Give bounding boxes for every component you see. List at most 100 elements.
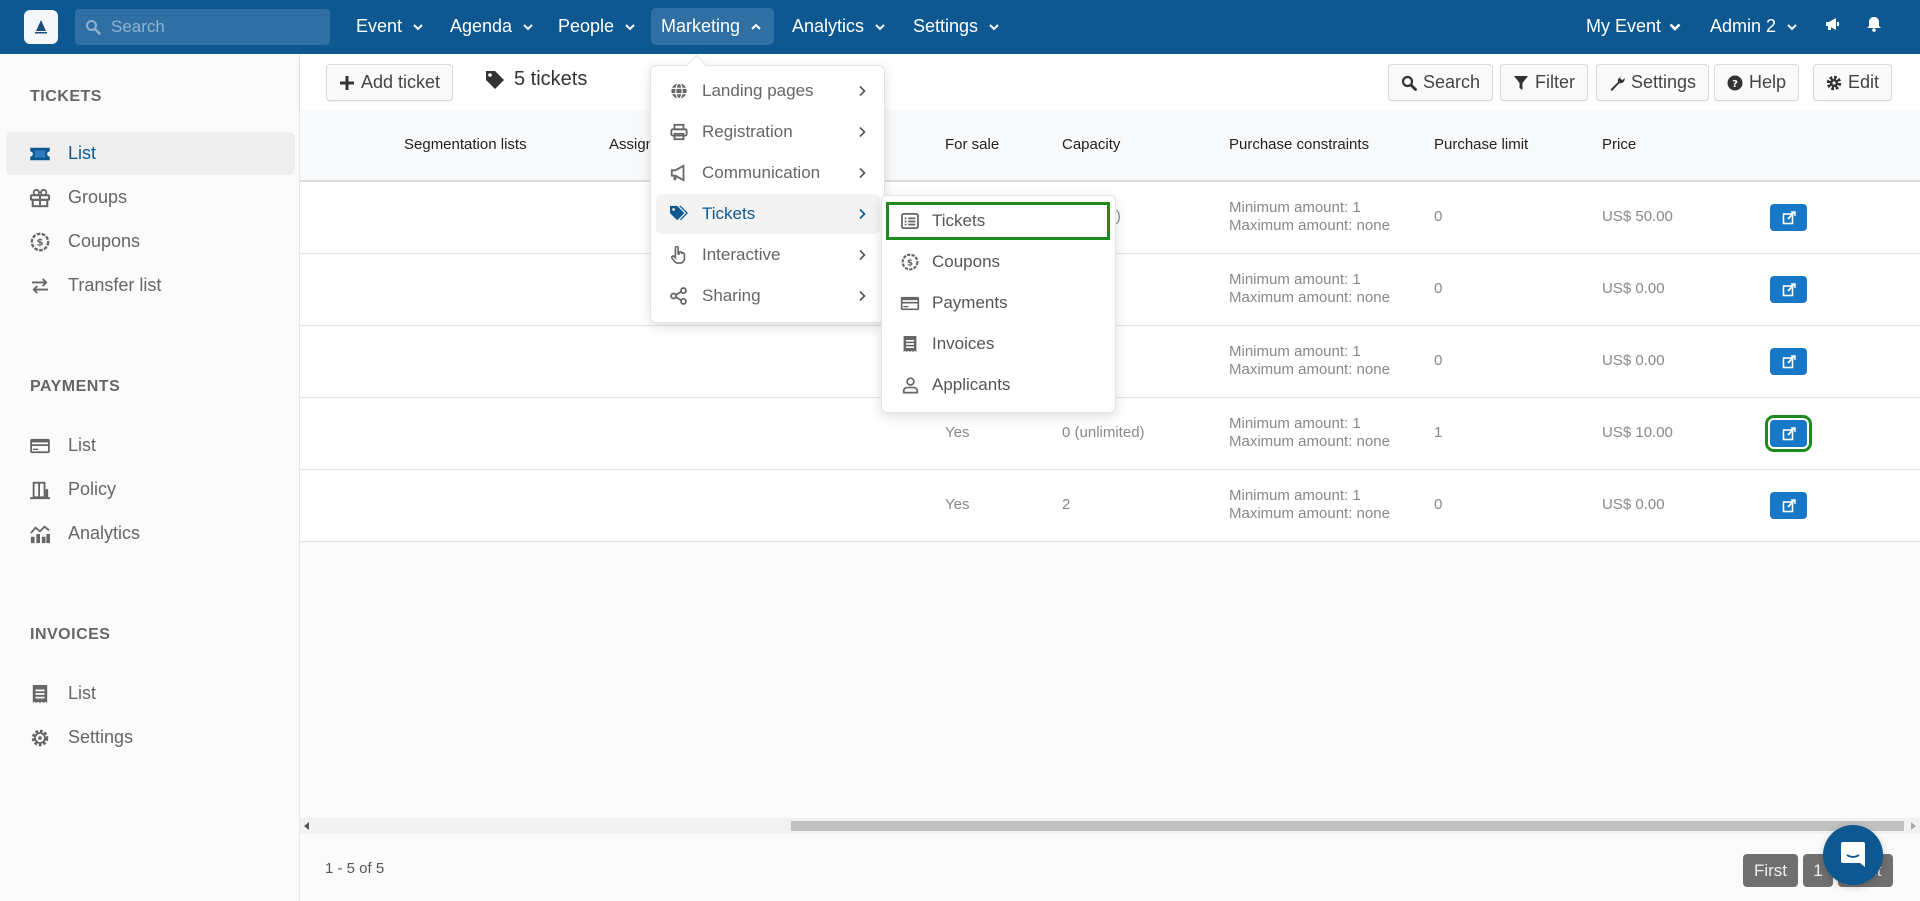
- column-header-price[interactable]: Price: [1602, 136, 1636, 153]
- settings-button-label: Settings: [1631, 72, 1697, 92]
- sidebar-item-groups[interactable]: Groups: [6, 176, 295, 219]
- sidebar-item-label: Settings: [68, 727, 134, 747]
- submenu-item-payments[interactable]: Payments: [886, 284, 1110, 322]
- edit-icon: [1782, 426, 1796, 440]
- filter-button[interactable]: Filter: [1500, 64, 1588, 101]
- event-selector[interactable]: My Event: [1576, 8, 1691, 45]
- horizontal-scrollbar[interactable]: [300, 818, 1920, 834]
- bell-icon[interactable]: [1864, 14, 1884, 34]
- menu-item-registration[interactable]: Registration: [656, 112, 880, 152]
- cell-price: US$ 50.00: [1602, 208, 1673, 225]
- constraint-min: Minimum amount: 1: [1229, 271, 1361, 288]
- sidebar-item-payments-analytics[interactable]: Analytics: [6, 512, 295, 555]
- edit-ticket-button[interactable]: [1770, 204, 1807, 231]
- share-icon: [668, 285, 690, 307]
- search-button[interactable]: Search: [1388, 64, 1494, 101]
- add-ticket-label: Add ticket: [361, 72, 441, 92]
- edit-ticket-button[interactable]: [1770, 276, 1807, 303]
- cell-purchase-limit: 0: [1434, 208, 1443, 225]
- submenu-item-label: Tickets: [932, 211, 986, 230]
- nav-event-label: Event: [356, 16, 403, 36]
- user-menu[interactable]: Admin 2: [1700, 8, 1808, 45]
- global-search-input[interactable]: [111, 17, 311, 37]
- global-search[interactable]: [75, 9, 330, 45]
- nav-marketing[interactable]: Marketing: [651, 8, 774, 45]
- submenu-item-invoices[interactable]: Invoices: [886, 325, 1110, 363]
- tag-icon: [486, 70, 504, 89]
- help-button[interactable]: ? Help: [1714, 64, 1800, 101]
- list-icon: [900, 211, 920, 231]
- edit-page-button[interactable]: Edit: [1813, 64, 1893, 101]
- column-header-segmentation-lists[interactable]: Segmentation lists: [404, 136, 527, 153]
- svg-text:$: $: [907, 258, 913, 268]
- sidebar-item-invoices-list[interactable]: List: [6, 672, 295, 715]
- submenu-item-coupons[interactable]: $ Coupons: [886, 243, 1110, 281]
- chevron-down-icon: [989, 23, 999, 30]
- chart-icon: [28, 523, 52, 545]
- nav-people-label: People: [558, 16, 615, 36]
- marketing-dropdown-menu: Landing pages Registration Communication…: [650, 65, 885, 323]
- nav-agenda[interactable]: Agenda: [440, 8, 544, 45]
- submenu-item-label: Payments: [932, 293, 1008, 312]
- edit-ticket-button[interactable]: [1765, 415, 1812, 452]
- nav-event[interactable]: Event: [346, 8, 434, 45]
- column-header-capacity[interactable]: Capacity: [1062, 136, 1120, 153]
- constraint-max: Maximum amount: none: [1229, 505, 1390, 522]
- submenu-item-label: Invoices: [932, 334, 995, 353]
- column-header-purchase-constraints[interactable]: Purchase constraints: [1229, 136, 1369, 153]
- bullhorn-icon[interactable]: [1823, 14, 1843, 34]
- cell-price: US$ 10.00: [1602, 424, 1673, 441]
- hand-pointer-icon: [668, 244, 690, 266]
- sidebar-item-transfer-list[interactable]: Transfer list: [6, 264, 295, 307]
- sidebar: TICKETS List Groups $ Coupons Transfer l…: [0, 54, 300, 901]
- settings-button[interactable]: Settings: [1596, 64, 1710, 101]
- edit-ticket-button[interactable]: [1770, 348, 1807, 375]
- menu-item-communication[interactable]: Communication: [656, 153, 880, 193]
- submenu-item-applicants[interactable]: Applicants: [886, 366, 1110, 404]
- chat-widget-button[interactable]: [1823, 825, 1883, 885]
- nav-analytics[interactable]: Analytics: [782, 8, 896, 45]
- sidebar-item-tickets-list[interactable]: List: [6, 132, 295, 175]
- nav-analytics-label: Analytics: [792, 16, 865, 36]
- column-header-for-sale[interactable]: For sale: [945, 136, 999, 153]
- sidebar-item-label: List: [68, 143, 97, 163]
- table-row: Yes 2 Minimum amount: 1 Maximum amount: n…: [300, 470, 1920, 542]
- add-ticket-button[interactable]: Add ticket: [326, 64, 454, 101]
- scroll-right-arrow[interactable]: [1911, 822, 1916, 830]
- top-navigation-bar: Event Agenda People Marketing Analytics …: [0, 0, 1920, 54]
- constraint-max: Maximum amount: none: [1229, 433, 1390, 450]
- cell-for-sale: Yes: [945, 424, 970, 441]
- sidebar-item-payments-list[interactable]: List: [6, 424, 295, 467]
- sidebar-item-invoices-settings[interactable]: Settings: [6, 716, 295, 759]
- sidebar-item-label: Analytics: [68, 523, 141, 543]
- chevron-right-icon: [859, 290, 866, 302]
- constraint-max: Maximum amount: none: [1229, 217, 1390, 234]
- nav-settings[interactable]: Settings: [903, 8, 1010, 45]
- menu-item-sharing[interactable]: Sharing: [656, 276, 880, 316]
- bullhorn-icon: [668, 162, 690, 184]
- column-header-assigned[interactable]: Assign: [609, 136, 654, 153]
- sidebar-item-policy[interactable]: Policy: [6, 468, 295, 511]
- sidebar-item-coupons[interactable]: $ Coupons: [6, 220, 295, 263]
- cell-purchase-constraints: Minimum amount: 1 Maximum amount: none: [1229, 415, 1390, 451]
- cell-for-sale: Yes: [945, 496, 970, 513]
- menu-item-interactive[interactable]: Interactive: [656, 235, 880, 275]
- menu-item-landing-pages[interactable]: Landing pages: [656, 71, 880, 111]
- menu-item-tickets[interactable]: Tickets: [656, 194, 880, 234]
- chevron-right-icon: [859, 167, 866, 179]
- event-selector-label: My Event: [1586, 16, 1662, 36]
- app-logo[interactable]: [24, 10, 58, 44]
- constraint-min: Minimum amount: 1: [1229, 415, 1361, 432]
- logo-icon: [35, 20, 47, 34]
- edit-ticket-button[interactable]: [1770, 492, 1807, 519]
- nav-people[interactable]: People: [548, 8, 646, 45]
- pagination-first[interactable]: First: [1743, 854, 1798, 887]
- scroll-left-arrow[interactable]: [304, 822, 309, 830]
- chevron-right-icon: [859, 208, 866, 220]
- nav-settings-label: Settings: [913, 16, 979, 36]
- submenu-item-tickets[interactable]: Tickets: [886, 202, 1110, 240]
- chevron-up-icon: [751, 23, 761, 30]
- scrollbar-thumb[interactable]: [791, 821, 1904, 831]
- column-header-purchase-limit[interactable]: Purchase limit: [1434, 136, 1528, 153]
- edit-icon: [1782, 498, 1796, 512]
